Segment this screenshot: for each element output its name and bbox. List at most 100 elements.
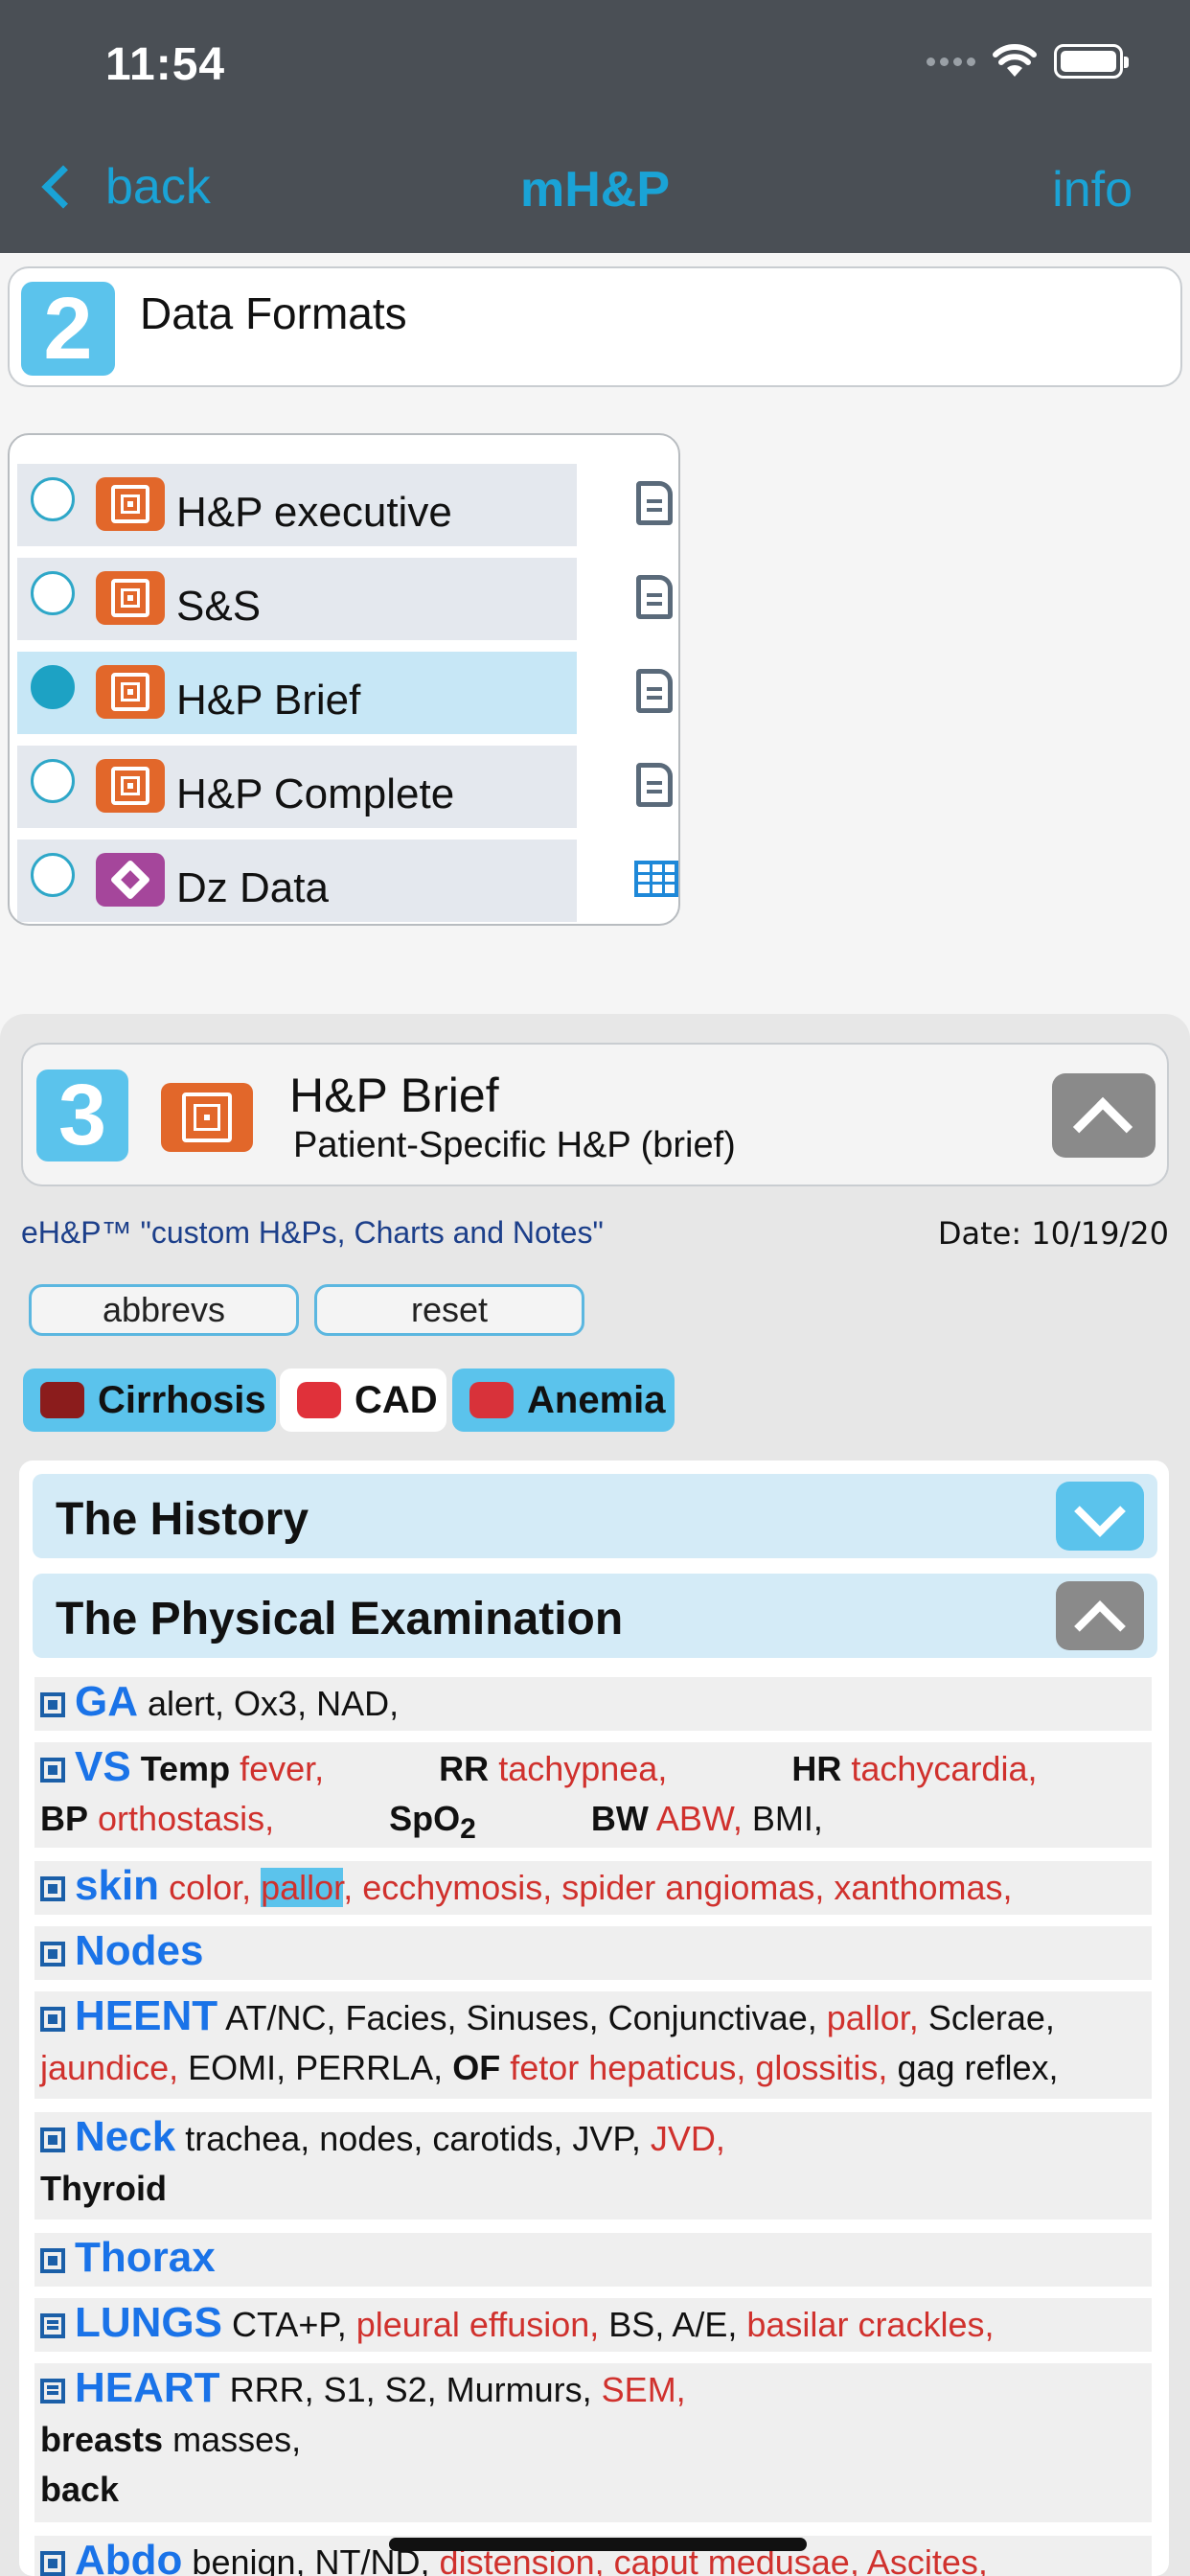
format-detail-header: 3 H&P Brief Patient-Specific H&P (brief) xyxy=(21,1043,1169,1186)
exam-keyword[interactable]: skin xyxy=(75,1862,159,1909)
format-option-dz-data[interactable]: Dz Data xyxy=(17,840,577,922)
exam-finding[interactable]: SEM, xyxy=(602,2370,686,2409)
exam-finding[interactable]: basilar crackles, xyxy=(746,2305,994,2344)
reset-button[interactable]: reset xyxy=(314,1284,584,1336)
expand-row-icon[interactable] xyxy=(40,1876,65,1901)
exam-finding[interactable]: , ecchymosis, spider angiomas, xanthomas… xyxy=(343,1868,1012,1907)
exam-finding-highlighted[interactable]: pallor xyxy=(261,1868,344,1907)
exam-text[interactable]: RRR, S1, S2, Murmurs, xyxy=(230,2370,592,2409)
format-label: H&P executive xyxy=(176,489,452,536)
vs-hr[interactable]: HR xyxy=(791,1749,841,1788)
top-bar: 11:54 back mH&P info xyxy=(0,0,1190,253)
exam-subheading[interactable]: breasts xyxy=(40,2420,163,2459)
exam-text[interactable]: gag reflex, xyxy=(897,2048,1058,2087)
exam-finding[interactable]: pleural effusion, xyxy=(356,2305,600,2344)
step-number-badge: 2 xyxy=(21,280,115,378)
exam-finding[interactable]: pallor, xyxy=(827,1998,919,2037)
table-icon[interactable] xyxy=(634,861,678,897)
tab-cad[interactable]: CAD xyxy=(280,1368,446,1432)
format-option-hp-executive[interactable]: H&P executive xyxy=(17,464,577,546)
info-button[interactable]: info xyxy=(1052,161,1133,218)
exam-subheading[interactable]: Thyroid xyxy=(40,2169,167,2208)
accordion-title: The History xyxy=(56,1494,309,1545)
exam-keyword[interactable]: Abdo xyxy=(75,2537,182,2576)
expand-row-icon[interactable] xyxy=(40,1758,65,1782)
exam-text[interactable]: AT/NC, Facies, Sinuses, Conjunctivae, xyxy=(225,1998,817,2037)
blood-cells-icon xyxy=(469,1382,514,1418)
expand-button[interactable] xyxy=(1056,1482,1144,1551)
exam-row-thorax: Thorax xyxy=(34,2233,1152,2287)
accordion-title: The Physical Examination xyxy=(56,1594,624,1644)
format-title: H&P Brief xyxy=(289,1069,499,1122)
exam-text[interactable]: CTA+P, xyxy=(232,2305,347,2344)
battery-icon xyxy=(1054,44,1129,79)
exam-text[interactable]: alert, Ox3, NAD, xyxy=(148,1684,399,1723)
exam-keyword[interactable]: Neck xyxy=(75,2113,175,2160)
exam-text[interactable]: trachea, nodes, carotids, JVP, xyxy=(185,2119,641,2158)
exam-keyword[interactable]: HEENT xyxy=(75,1992,217,2039)
radio-button-selected[interactable] xyxy=(31,665,75,709)
exam-keyword[interactable]: GA xyxy=(75,1678,138,1725)
collapse-button[interactable] xyxy=(1052,1073,1156,1158)
document-icon[interactable] xyxy=(636,575,673,619)
expand-row-icon[interactable] xyxy=(40,1942,65,1966)
expand-row-icon[interactable] xyxy=(40,1692,65,1717)
format-label: H&P Complete xyxy=(176,770,455,817)
collapse-row-icon[interactable] xyxy=(40,2379,65,2404)
tab-anemia[interactable]: Anemia xyxy=(452,1368,675,1432)
format-option-hp-brief[interactable]: H&P Brief xyxy=(17,652,577,734)
vs-bp[interactable]: BP xyxy=(40,1799,88,1838)
format-label: Dz Data xyxy=(176,864,329,911)
exam-finding[interactable]: color, xyxy=(169,1868,251,1907)
document-icon[interactable] xyxy=(636,763,673,807)
cellular-signal-icon xyxy=(927,57,975,66)
vs-bw[interactable]: BW xyxy=(591,1799,649,1838)
format-label: S&S xyxy=(176,583,262,630)
abbrevs-button[interactable]: abbrevs xyxy=(29,1284,299,1336)
exam-text[interactable]: Sclerae, xyxy=(928,1998,1055,2037)
vs-spo2[interactable]: SpO2 xyxy=(389,1799,476,1845)
target-icon xyxy=(96,759,165,813)
vs-rr[interactable]: RR xyxy=(439,1749,489,1788)
exam-row-vs: VS Temp fever, RR tachypnea, HR tachycar… xyxy=(34,1742,1152,1848)
exam-subheading[interactable]: OF xyxy=(452,2048,500,2087)
exam-text[interactable]: BS, A/E, xyxy=(608,2305,737,2344)
format-option-s-and-s[interactable]: S&S xyxy=(17,558,577,640)
exam-finding[interactable]: jaundice, xyxy=(40,2048,178,2087)
expand-row-icon[interactable] xyxy=(40,2551,65,2576)
vs-hr-value[interactable]: tachycardia, xyxy=(851,1749,1037,1788)
tab-cirrhosis[interactable]: Cirrhosis xyxy=(23,1368,276,1432)
exam-keyword[interactable]: Thorax xyxy=(75,2234,216,2281)
vs-bp-value[interactable]: orthostasis, xyxy=(98,1799,274,1838)
exam-finding[interactable]: fetor hepaticus, glossitis, xyxy=(510,2048,887,2087)
exam-row-nodes: Nodes xyxy=(34,1926,1152,1980)
exam-keyword[interactable]: VS xyxy=(75,1743,131,1790)
vs-temp-value[interactable]: fever, xyxy=(240,1749,324,1788)
exam-keyword[interactable]: HEART xyxy=(75,2364,220,2411)
document-icon[interactable] xyxy=(636,481,673,525)
radio-button[interactable] xyxy=(31,477,75,521)
radio-button[interactable] xyxy=(31,571,75,615)
exam-subheading[interactable]: back xyxy=(40,2470,119,2509)
expand-row-icon[interactable] xyxy=(40,2248,65,2273)
tab-label: Cirrhosis xyxy=(98,1378,266,1421)
radio-button[interactable] xyxy=(31,853,75,897)
history-accordion[interactable]: The History xyxy=(33,1474,1157,1558)
exam-finding[interactable]: JVD, xyxy=(651,2119,725,2158)
expand-row-icon[interactable] xyxy=(40,2128,65,2152)
document-icon[interactable] xyxy=(636,669,673,713)
vs-temp[interactable]: Temp xyxy=(141,1749,230,1788)
vs-rr-value[interactable]: tachypnea, xyxy=(498,1749,667,1788)
format-option-hp-complete[interactable]: H&P Complete xyxy=(17,746,577,828)
exam-keyword[interactable]: LUNGS xyxy=(75,2299,222,2346)
expand-row-icon[interactable] xyxy=(40,2007,65,2032)
radio-button[interactable] xyxy=(31,759,75,803)
exam-keyword[interactable]: Nodes xyxy=(75,1927,203,1974)
vs-bmi[interactable]: BMI, xyxy=(752,1799,823,1838)
vs-bw-value[interactable]: ABW, xyxy=(656,1799,743,1838)
exam-text[interactable]: EOMI, PERRLA, xyxy=(188,2048,443,2087)
collapse-button[interactable] xyxy=(1056,1581,1144,1652)
collapse-row-icon[interactable] xyxy=(40,2313,65,2338)
physical-exam-accordion[interactable]: The Physical Examination xyxy=(33,1574,1157,1658)
exam-text[interactable]: masses, xyxy=(172,2420,301,2459)
